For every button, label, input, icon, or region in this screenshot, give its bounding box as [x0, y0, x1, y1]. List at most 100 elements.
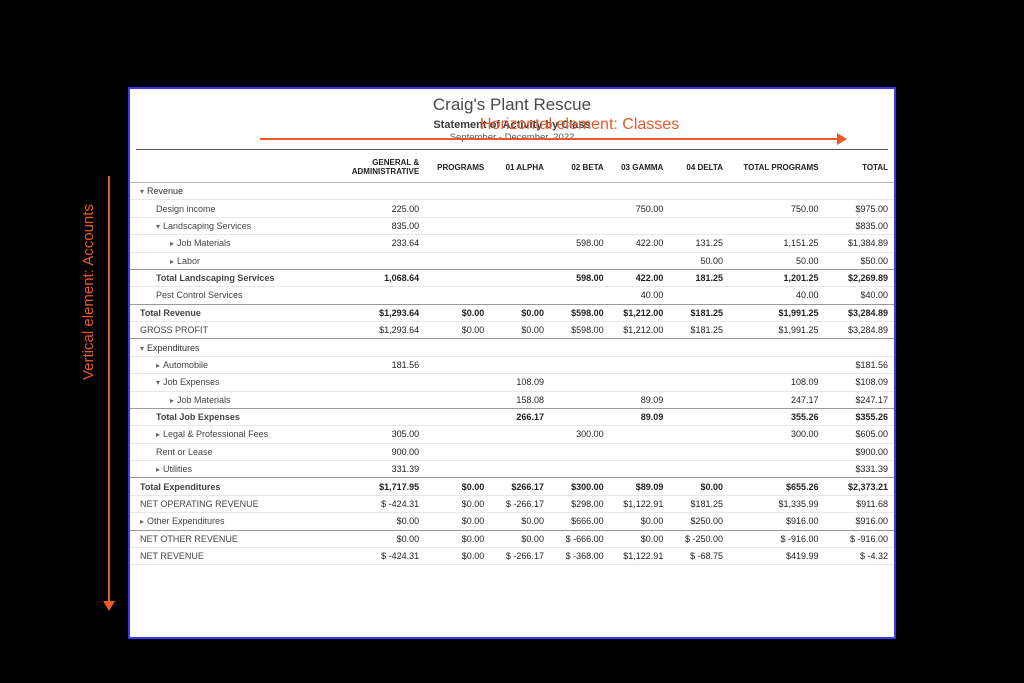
account-label[interactable]: Automobile: [130, 356, 304, 373]
account-label[interactable]: Landscaping Services: [130, 217, 304, 234]
cell: 750.00: [729, 200, 825, 217]
caret-right-icon[interactable]: [140, 516, 147, 526]
cell: [729, 443, 825, 460]
row-label-text: Total Job Expenses: [156, 412, 240, 422]
cell: $0.00: [490, 322, 550, 339]
cell: [729, 217, 825, 234]
cell: [425, 356, 490, 373]
caret-right-icon[interactable]: [170, 238, 177, 248]
account-label[interactable]: Job Materials: [130, 391, 304, 408]
cell: [425, 443, 490, 460]
cell: $181.56: [825, 356, 894, 373]
cell: [490, 461, 550, 478]
caret-down-icon[interactable]: [156, 221, 163, 231]
cell: $0.00: [425, 530, 490, 547]
caret-right-icon[interactable]: [170, 256, 177, 266]
col-03-gamma: 03 GAMMA: [610, 150, 670, 183]
cell: $0.00: [490, 304, 550, 321]
cell: $835.00: [825, 217, 894, 234]
cell: 331.39: [304, 461, 426, 478]
cell: [669, 183, 729, 200]
caret-down-icon[interactable]: [140, 186, 147, 196]
cell: [304, 287, 426, 304]
account-label[interactable]: Revenue: [130, 183, 304, 200]
cell: [304, 252, 426, 269]
cell: [490, 235, 550, 252]
caret-right-icon[interactable]: [156, 429, 163, 439]
cell: [425, 408, 490, 425]
cell: [825, 339, 894, 356]
account-label[interactable]: Labor: [130, 252, 304, 269]
cell: $1,384.89: [825, 235, 894, 252]
cell: [669, 200, 729, 217]
cell: 305.00: [304, 426, 426, 443]
cell: $2,373.21: [825, 478, 894, 495]
cell: $247.17: [825, 391, 894, 408]
cell: [669, 217, 729, 234]
cell: $0.00: [425, 513, 490, 530]
cell: $40.00: [825, 287, 894, 304]
cell: $ -4.32: [825, 547, 894, 564]
report-table: GENERAL & ADMINISTRATIVE PROGRAMS 01 ALP…: [130, 150, 894, 565]
row-label-text: Job Expenses: [163, 377, 220, 387]
caret-down-icon[interactable]: [156, 377, 163, 387]
cell: $598.00: [550, 304, 610, 321]
cell: $0.00: [425, 547, 490, 564]
caret-right-icon[interactable]: [170, 395, 177, 405]
cell: $181.25: [669, 304, 729, 321]
cell: [550, 374, 610, 391]
row-label-text: Rent or Lease: [156, 447, 213, 457]
cell: $1,122.91: [610, 547, 670, 564]
col-total: TOTAL: [825, 150, 894, 183]
table-row: Job Materials233.64598.00422.00131.251,1…: [130, 235, 894, 252]
cell: 181.56: [304, 356, 426, 373]
cell: 900.00: [304, 443, 426, 460]
cell: [610, 461, 670, 478]
cell: 1,201.25: [729, 269, 825, 286]
row-label-text: Revenue: [147, 186, 183, 196]
cell: $3,284.89: [825, 322, 894, 339]
account-label[interactable]: Expenditures: [130, 339, 304, 356]
cell: [669, 408, 729, 425]
caret-right-icon[interactable]: [156, 464, 163, 474]
row-label-text: Pest Control Services: [156, 290, 243, 300]
caret-right-icon[interactable]: [156, 360, 163, 370]
cell: 40.00: [729, 287, 825, 304]
cell: [425, 374, 490, 391]
cell: [550, 443, 610, 460]
cell: $1,717.95: [304, 478, 426, 495]
row-label-text: NET OPERATING REVENUE: [140, 499, 259, 509]
cell: [610, 426, 670, 443]
col-general-admin: GENERAL & ADMINISTRATIVE: [304, 150, 426, 183]
cell: $0.00: [425, 478, 490, 495]
cell: $2,269.89: [825, 269, 894, 286]
table-row: Utilities331.39$331.39: [130, 461, 894, 478]
account-label[interactable]: Job Materials: [130, 235, 304, 252]
cell: 422.00: [610, 235, 670, 252]
row-label-text: Labor: [177, 256, 200, 266]
table-row: Total Landscaping Services1,068.64598.00…: [130, 269, 894, 286]
cell: 300.00: [550, 426, 610, 443]
cell: [550, 339, 610, 356]
cell: $ -916.00: [729, 530, 825, 547]
cell: 40.00: [610, 287, 670, 304]
account-label[interactable]: Other Expenditures: [130, 513, 304, 530]
cell: [669, 287, 729, 304]
cell: [425, 269, 490, 286]
table-row: Job Expenses108.09108.09$108.09: [130, 374, 894, 391]
cell: $1,293.64: [304, 322, 426, 339]
table-row: Expenditures: [130, 339, 894, 356]
cell: [425, 200, 490, 217]
caret-down-icon[interactable]: [140, 343, 147, 353]
row-label-text: Legal & Professional Fees: [163, 429, 268, 439]
cell: [425, 183, 490, 200]
row-label-text: Total Revenue: [140, 308, 201, 318]
account-label[interactable]: Legal & Professional Fees: [130, 426, 304, 443]
account-label[interactable]: Utilities: [130, 461, 304, 478]
cell: 108.09: [490, 374, 550, 391]
account-label[interactable]: Job Expenses: [130, 374, 304, 391]
table-row: Pest Control Services40.0040.00$40.00: [130, 287, 894, 304]
cell: [490, 252, 550, 269]
cell: $ -666.00: [550, 530, 610, 547]
cell: 355.26: [729, 408, 825, 425]
